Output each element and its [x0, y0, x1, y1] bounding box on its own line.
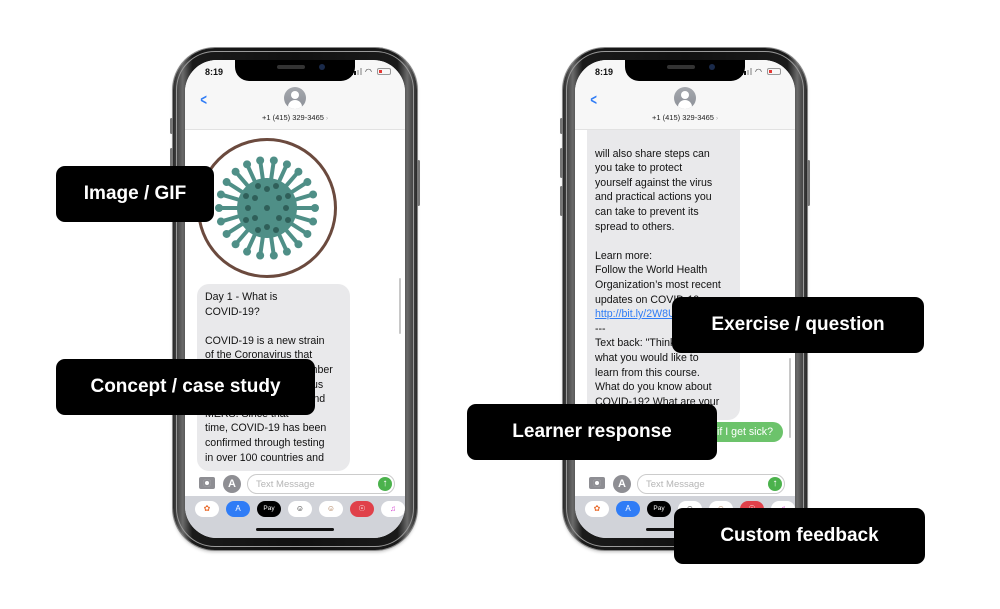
- conversation-header: < +1 (415) 329-3465 ›: [575, 84, 795, 130]
- contact-avatar-icon[interactable]: [284, 87, 306, 109]
- photos-icon[interactable]: ✿: [195, 501, 219, 517]
- message-input[interactable]: Text Message: [247, 474, 395, 494]
- callout-exercise-question: Exercise / question: [672, 297, 924, 353]
- home-indicator: [256, 528, 334, 531]
- back-chevron-icon[interactable]: <: [200, 92, 207, 110]
- callout-image-gif: Image / GIF: [56, 166, 214, 222]
- volume-up-button: [560, 148, 563, 178]
- input-bar: A Text Message ↑: [575, 472, 795, 496]
- input-bar: A Text Message ↑: [185, 472, 405, 496]
- contact-avatar-icon[interactable]: [674, 87, 696, 109]
- back-chevron-icon[interactable]: <: [590, 92, 597, 110]
- mute-switch: [560, 118, 563, 134]
- scrollbar[interactable]: [399, 278, 401, 334]
- app-drawer: ✿ A Pay ☺ ☺ ☉ ♫: [185, 496, 405, 538]
- incoming-message: will also share steps can you take to pr…: [587, 130, 740, 420]
- callout-concept-case-study: Concept / case study: [56, 359, 315, 415]
- send-button[interactable]: ↑: [768, 477, 782, 491]
- app-store-icon[interactable]: A: [223, 475, 241, 493]
- wifi-icon: ◠: [755, 67, 762, 76]
- message-input[interactable]: Text Message: [637, 474, 785, 494]
- app-store-icon[interactable]: A: [613, 475, 631, 493]
- notch: [625, 60, 745, 81]
- camera-icon[interactable]: [589, 477, 605, 489]
- coronavirus-icon: [215, 156, 319, 260]
- status-time: 8:19: [595, 67, 614, 77]
- memoji-icon[interactable]: ☺: [288, 501, 312, 517]
- conversation-header: < +1 (415) 329-3465 ›: [185, 84, 405, 130]
- wifi-icon: ◠: [365, 67, 372, 76]
- chevron-right-icon: ›: [716, 116, 719, 122]
- apple-pay-icon[interactable]: Pay: [647, 501, 671, 517]
- app-store-icon[interactable]: A: [226, 501, 250, 517]
- power-button: [417, 160, 420, 206]
- battery-icon: [377, 68, 391, 75]
- volume-down-button: [560, 186, 563, 216]
- virus-image[interactable]: [197, 138, 337, 278]
- phone-left: 8:19 ◠ < +1 (415) 329-3465 › Day 1 - Wha…: [170, 48, 420, 550]
- notch: [235, 60, 355, 81]
- screen: 8:19 ◠ < +1 (415) 329-3465 › Day 1 - Wha…: [185, 60, 405, 538]
- camera-icon[interactable]: [199, 477, 215, 489]
- image-search-icon[interactable]: ☉: [350, 501, 374, 517]
- photos-icon[interactable]: ✿: [585, 501, 609, 517]
- status-time: 8:19: [205, 67, 224, 77]
- callout-learner-response: Learner response: [467, 404, 717, 460]
- message-thread[interactable]: Day 1 - What is COVID-19? COVID-19 is a …: [185, 130, 405, 472]
- app-store-icon[interactable]: A: [616, 501, 640, 517]
- scrollbar[interactable]: [789, 358, 791, 438]
- power-button: [807, 160, 810, 206]
- send-button[interactable]: ↑: [378, 477, 392, 491]
- music-icon[interactable]: ♫: [381, 501, 405, 517]
- apple-pay-icon[interactable]: Pay: [257, 501, 281, 517]
- contact-number[interactable]: +1 (415) 329-3465 ›: [185, 113, 405, 122]
- contact-number[interactable]: +1 (415) 329-3465 ›: [575, 113, 795, 122]
- battery-icon: [767, 68, 781, 75]
- chevron-right-icon: ›: [326, 116, 329, 122]
- callout-custom-feedback: Custom feedback: [674, 508, 925, 564]
- mute-switch: [170, 118, 173, 134]
- message-body: will also share steps can you take to pr…: [595, 147, 721, 306]
- animoji-icon[interactable]: ☺: [319, 501, 343, 517]
